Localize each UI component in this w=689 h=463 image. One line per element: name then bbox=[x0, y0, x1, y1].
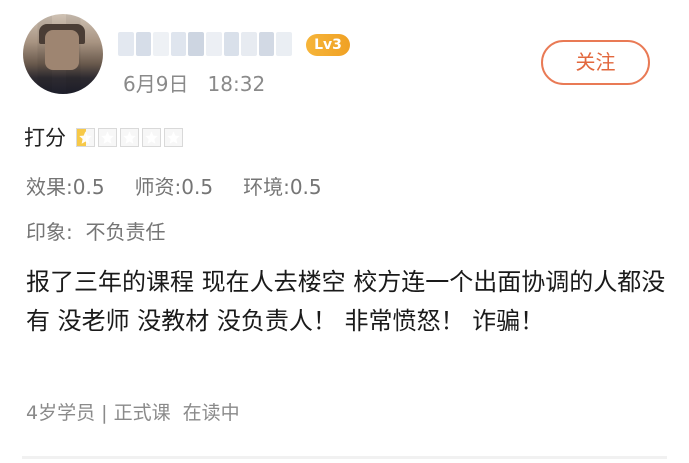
star-icon bbox=[164, 127, 183, 147]
level-badge: Lv3 bbox=[306, 34, 350, 56]
star-rating bbox=[76, 127, 183, 147]
avatar-face bbox=[45, 30, 79, 70]
star-icon bbox=[98, 127, 117, 147]
score-breakdown: 效果:0.5 师资:0.5 环境:0.5 bbox=[26, 171, 322, 200]
post-timestamp: 6月9日 18:32 bbox=[123, 68, 265, 97]
rating-label: 打分 bbox=[24, 126, 66, 150]
rating-row: 打分 bbox=[24, 122, 183, 152]
post-date: 6月9日 bbox=[123, 72, 189, 96]
username-blurred[interactable] bbox=[118, 32, 292, 56]
follow-button[interactable]: 关注 bbox=[541, 40, 650, 85]
avatar[interactable] bbox=[23, 14, 103, 94]
review-body: 报了三年的课程 现在人去楼空 校方连一个出面协调的人都没有 没老师 没教材 没负… bbox=[26, 268, 666, 335]
score-effect: 效果:0.5 bbox=[26, 175, 105, 199]
score-environment: 环境:0.5 bbox=[243, 175, 322, 199]
post-time: 18:32 bbox=[207, 72, 266, 96]
score-teachers: 师资:0.5 bbox=[134, 175, 214, 199]
student-meta: 4岁学员 | 正式课 在读中 bbox=[26, 402, 240, 424]
star-icon bbox=[120, 127, 139, 147]
star-icon bbox=[76, 127, 95, 147]
impression-text: 印象: 不负责任 bbox=[26, 220, 166, 244]
divider bbox=[22, 456, 667, 459]
star-icon bbox=[142, 127, 161, 147]
